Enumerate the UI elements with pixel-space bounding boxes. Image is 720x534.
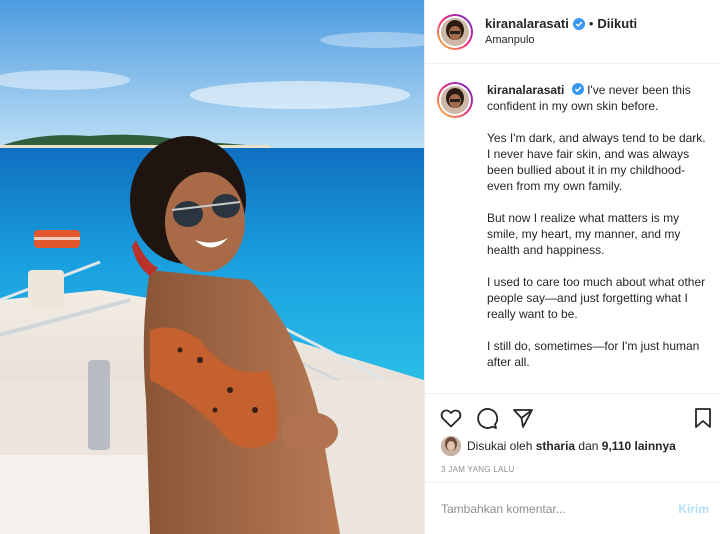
bookmark-icon[interactable] xyxy=(691,406,715,430)
likes-prefix: Disukai oleh xyxy=(467,439,533,453)
liker-username[interactable]: stharia xyxy=(536,439,575,453)
post-photo[interactable] xyxy=(0,0,424,534)
author-username[interactable]: kiranalarasati xyxy=(485,16,569,32)
share-icon[interactable] xyxy=(511,406,535,430)
post-location[interactable]: Amanpulo xyxy=(485,32,637,48)
likes-middle: dan xyxy=(578,439,599,453)
separator-dot: • xyxy=(588,15,594,31)
caption-paragraph: I used to care too much about what other… xyxy=(487,275,706,321)
post-comment-button[interactable]: Kirim xyxy=(678,502,709,516)
comment-icon[interactable] xyxy=(475,406,499,430)
caption-paragraph: I still do, sometimes—for I'm just human… xyxy=(487,339,700,369)
following-button[interactable]: Diikuti xyxy=(597,16,637,32)
author-avatar[interactable] xyxy=(437,13,473,50)
comment-input[interactable] xyxy=(441,501,679,516)
photo-illustration xyxy=(0,0,424,534)
caption-username[interactable]: kiranalarasati xyxy=(487,83,564,97)
liker-avatar[interactable] xyxy=(441,436,461,456)
post-side-panel: kiranalarasati • Diikuti Amanpulo kirana… xyxy=(424,0,720,534)
caption-paragraph: But now I realize what matters is my smi… xyxy=(487,211,681,257)
heart-icon[interactable] xyxy=(439,406,463,430)
verified-badge-icon xyxy=(571,83,584,95)
caption-paragraph: Yes I'm dark, and always tend to be dark… xyxy=(487,131,706,193)
post-timestamp[interactable]: 3 JAM YANG LALU xyxy=(441,465,515,474)
comment-form: Kirim xyxy=(425,482,720,534)
post-header: kiranalarasati • Diikuti Amanpulo xyxy=(425,0,720,64)
likes-summary: Disukai oleh stharia dan 9,110 lainnya xyxy=(441,436,676,456)
caption-text: kiranalarasati I've never been this conf… xyxy=(487,82,707,386)
caption-paragraph: kiranalarasati I've never been this conf… xyxy=(487,82,707,114)
caption-area: kiranalarasati I've never been this conf… xyxy=(425,64,720,394)
verified-badge-icon xyxy=(572,17,585,30)
caption-avatar[interactable] xyxy=(437,82,473,118)
likes-count[interactable]: 9,110 lainnya xyxy=(602,439,676,453)
action-bar xyxy=(425,396,720,438)
